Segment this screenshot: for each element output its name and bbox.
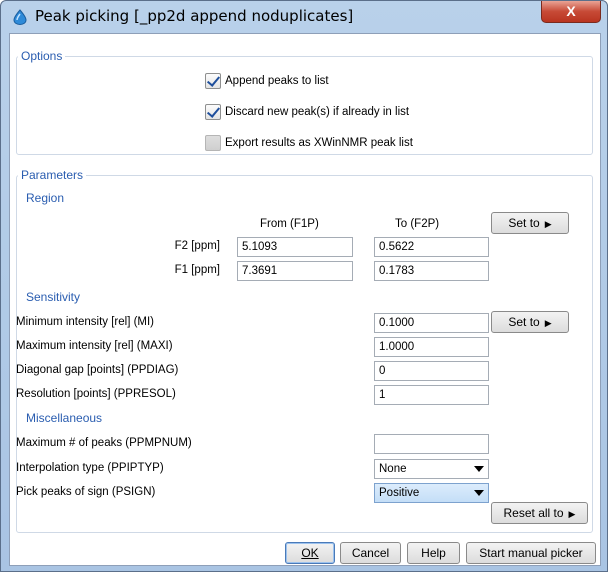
export-xwinnmr-label: Export results as XWinNMR peak list <box>225 137 413 149</box>
chevron-down-icon <box>474 466 484 472</box>
parameters-title: Parameters <box>18 168 87 182</box>
max-peaks-input[interactable] <box>374 434 489 454</box>
interpolation-type-label: Interpolation type (PPIPTYP) <box>16 462 164 474</box>
to-column-header: To (F2P) <box>395 218 440 230</box>
ok-button[interactable]: OK <box>285 542 335 564</box>
region-set-to-label: Set to <box>508 216 540 230</box>
peak-sign-value: Positive <box>379 487 420 499</box>
resolution-input[interactable]: 1 <box>374 385 489 405</box>
diagonal-gap-input[interactable]: 0 <box>374 361 489 381</box>
resolution-label: Resolution [points] (PPRESOL) <box>16 388 176 400</box>
f1-to-input[interactable]: 0.1783 <box>374 261 489 281</box>
sensitivity-set-to-button[interactable]: Set to ▶ <box>491 311 569 333</box>
sensitivity-set-to-label: Set to <box>508 315 540 329</box>
append-peaks-checkbox[interactable] <box>205 73 221 89</box>
from-column-header: From (F1P) <box>260 218 319 230</box>
max-intensity-input[interactable]: 1.0000 <box>374 337 489 357</box>
cancel-label: Cancel <box>351 546 390 560</box>
chevron-down-icon <box>474 490 484 496</box>
f2-from-input[interactable]: 5.1093 <box>237 237 353 257</box>
region-set-to-button[interactable]: Set to ▶ <box>491 212 569 234</box>
cancel-button[interactable]: Cancel <box>340 542 401 564</box>
peak-sign-select[interactable]: Positive <box>374 483 489 503</box>
f1-from-input[interactable]: 7.3691 <box>237 261 353 281</box>
dialog-body: Options Append peaks to list Discard new… <box>9 33 601 566</box>
interpolation-type-select[interactable]: None <box>374 459 489 479</box>
min-intensity-input[interactable]: 0.1000 <box>374 313 489 333</box>
topspin-app-icon <box>13 9 27 25</box>
export-xwinnmr-checkbox[interactable] <box>205 135 221 151</box>
f2-label: F2 [ppm] <box>174 240 220 252</box>
discard-duplicates-checkbox[interactable] <box>205 104 221 120</box>
discard-duplicates-label: Discard new peak(s) if already in list <box>225 106 410 118</box>
f2-to-input[interactable]: 0.5622 <box>374 237 489 257</box>
reset-all-label: Reset all to <box>503 506 564 520</box>
start-manual-picker-label: Start manual picker <box>479 546 583 560</box>
triangle-right-icon: ▶ <box>544 219 552 229</box>
help-label: Help <box>421 546 446 560</box>
reset-all-button[interactable]: Reset all to ▶ <box>491 502 588 524</box>
region-heading: Region <box>26 191 65 205</box>
sensitivity-heading: Sensitivity <box>26 290 81 304</box>
dialog-window: Peak picking [_pp2d append noduplicates]… <box>0 0 608 572</box>
triangle-right-icon: ▶ <box>544 318 552 328</box>
append-peaks-label: Append peaks to list <box>225 75 329 87</box>
diagonal-gap-label: Diagonal gap [points] (PPDIAG) <box>16 364 179 376</box>
f1-label: F1 [ppm] <box>174 264 220 276</box>
window-title: Peak picking [_pp2d append noduplicates] <box>35 7 354 25</box>
miscellaneous-heading: Miscellaneous <box>26 411 103 425</box>
ok-label: OK <box>301 546 319 560</box>
title-bar[interactable]: Peak picking [_pp2d append noduplicates]… <box>1 1 607 33</box>
help-button[interactable]: Help <box>407 542 460 564</box>
close-button[interactable]: X <box>541 1 601 23</box>
options-title: Options <box>18 49 66 63</box>
peak-sign-label: Pick peaks of sign (PSIGN) <box>16 486 156 498</box>
start-manual-picker-button[interactable]: Start manual picker <box>466 542 596 564</box>
triangle-right-icon: ▶ <box>568 509 576 519</box>
min-intensity-label: Minimum intensity [rel] (MI) <box>16 316 155 328</box>
max-peaks-label: Maximum # of peaks (PPMPNUM) <box>16 437 192 449</box>
max-intensity-label: Maximum intensity [rel] (MAXI) <box>16 340 173 352</box>
interpolation-type-value: None <box>379 463 407 475</box>
